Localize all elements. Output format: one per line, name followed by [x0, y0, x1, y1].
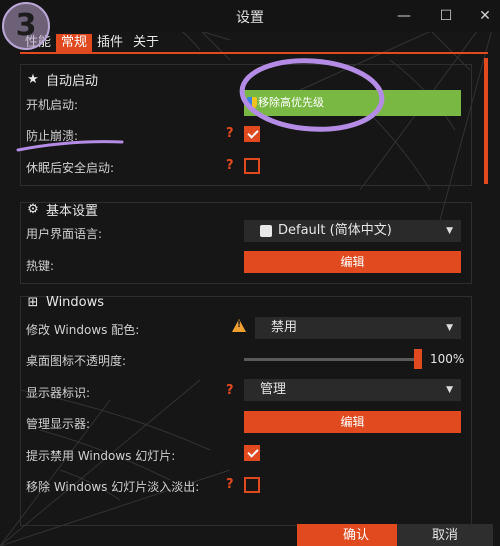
help-icon[interactable]: ? — [226, 383, 234, 398]
windows-title: Windows — [46, 295, 105, 310]
prevent-crash-checkbox[interactable] — [244, 126, 260, 142]
maximize-button[interactable]: ☐ — [435, 5, 457, 27]
warning-icon — [232, 319, 246, 332]
cancel-button[interactable]: 取消 — [397, 524, 493, 546]
uac-shield-icon — [247, 97, 257, 109]
display-id-select[interactable]: 管理 ▼ — [244, 379, 461, 401]
windows-color-select[interactable]: 禁用 ▼ — [255, 317, 461, 339]
slideshow-fade-label: 移除 Windows 幻灯片淡入淡出: — [26, 480, 200, 494]
language-icon — [260, 225, 272, 237]
hotkey-label: 热键: — [26, 259, 55, 273]
icon-opacity-slider-thumb[interactable] — [414, 349, 422, 369]
display-id-value: 管理 — [260, 382, 287, 397]
help-icon[interactable]: ? — [226, 477, 234, 492]
tab-about[interactable]: 关于 — [128, 34, 164, 52]
chevron-down-icon: ▼ — [446, 226, 453, 236]
autostart-title: 自动启动 — [46, 74, 99, 89]
star-icon: ★ — [27, 71, 39, 87]
vertical-scrollbar[interactable] — [484, 58, 488, 184]
window-title: 设置 — [236, 10, 264, 26]
icon-opacity-value: 100% — [430, 352, 465, 366]
tab-general[interactable]: 常规 — [56, 34, 93, 52]
boot-start-label: 开机启动: — [26, 98, 79, 112]
hotkey-edit-button[interactable]: 编辑 — [244, 251, 461, 273]
ui-language-value: Default (简体中文) — [278, 223, 392, 238]
step-number-badge: 3 — [2, 2, 50, 50]
windows-logo-icon: ⊞ — [27, 294, 39, 310]
basic-settings-header: ⚙ 基本设置 — [26, 200, 98, 219]
close-button[interactable]: ✕ — [474, 5, 496, 27]
windows-color-value: 禁用 — [271, 320, 298, 335]
safe-start-checkbox[interactable] — [244, 158, 260, 174]
ui-language-label: 用户界面语言: — [26, 227, 103, 241]
icon-opacity-slider[interactable] — [244, 358, 420, 361]
title-bar: 设置 — ☐ ✕ — [0, 0, 500, 32]
autostart-header: ★ 自动启动 — [26, 70, 98, 89]
basic-settings-title: 基本设置 — [46, 204, 99, 219]
help-icon[interactable]: ? — [226, 158, 234, 173]
ui-language-select[interactable]: Default (简体中文) ▼ — [244, 220, 461, 242]
slideshow-prompt-label: 提示禁用 Windows 幻灯片: — [26, 449, 176, 463]
manage-display-edit-button[interactable]: 编辑 — [244, 411, 461, 433]
display-id-label: 显示器标识: — [26, 386, 91, 400]
slideshow-fade-checkbox[interactable] — [244, 477, 260, 493]
tab-plugins[interactable]: 插件 — [92, 34, 128, 52]
chevron-down-icon: ▼ — [446, 385, 453, 395]
chevron-down-icon: ▼ — [446, 323, 453, 333]
icon-opacity-label: 桌面图标不透明度: — [26, 354, 127, 368]
manage-display-label: 管理显示器: — [26, 417, 91, 431]
remove-high-priority-button[interactable]: 移除高优先级 — [244, 90, 461, 116]
tab-underline — [20, 52, 488, 54]
gear-icon: ⚙ — [27, 201, 39, 217]
windows-color-label: 修改 Windows 配色: — [26, 323, 140, 337]
minimize-button[interactable]: — — [393, 5, 415, 27]
help-icon[interactable]: ? — [226, 126, 234, 141]
slideshow-prompt-checkbox[interactable] — [244, 445, 260, 461]
windows-header: ⊞ Windows — [26, 295, 104, 310]
prevent-crash-label: 防止崩溃: — [26, 129, 79, 143]
remove-high-priority-label: 移除高优先级 — [258, 96, 324, 109]
safe-start-label: 休眠后安全启动: — [26, 161, 115, 175]
